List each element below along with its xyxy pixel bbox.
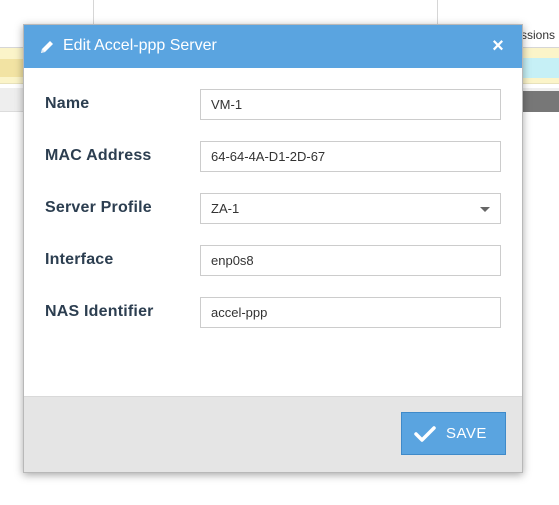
server-profile-select[interactable]: ZA-1 [200,193,501,224]
background-status-cell [521,58,559,78]
background-action-cell [521,91,559,112]
dialog-footer: SAVE [24,396,522,472]
dialog-title: Edit Accel-ppp Server [63,37,217,54]
mac-address-input[interactable]: 64-64-4A-D1-2D-67 [200,141,501,172]
server-profile-label: Server Profile [45,199,152,216]
dialog-header: Edit Accel-ppp Server × [24,25,522,68]
interface-label: Interface [45,251,114,268]
server-profile-value: ZA-1 [211,201,240,216]
form-row-nas: NAS Identifier accel-ppp [45,297,505,329]
form-row-name: Name VM-1 [45,89,505,121]
checkmark-icon [414,426,436,442]
save-button-label: SAVE [446,425,487,442]
name-label: Name [45,95,90,112]
name-input[interactable]: VM-1 [200,89,501,120]
chevron-down-icon [480,207,490,212]
pencil-icon [41,41,53,53]
save-button[interactable]: SAVE [401,412,506,455]
form-row-profile: Server Profile ZA-1 [45,193,505,225]
close-button[interactable]: × [488,35,508,57]
column-header-sessions[interactable]: ssions [521,28,555,42]
form-row-mac: MAC Address 64-64-4A-D1-2D-67 [45,141,505,173]
nas-identifier-input[interactable]: accel-ppp [200,297,501,328]
interface-input[interactable]: enp0s8 [200,245,501,276]
nas-identifier-label: NAS Identifier [45,303,154,320]
form-row-interface: Interface enp0s8 [45,245,505,277]
edit-server-dialog: Edit Accel-ppp Server × Name VM-1 MAC Ad… [23,24,523,473]
mac-address-label: MAC Address [45,147,152,164]
